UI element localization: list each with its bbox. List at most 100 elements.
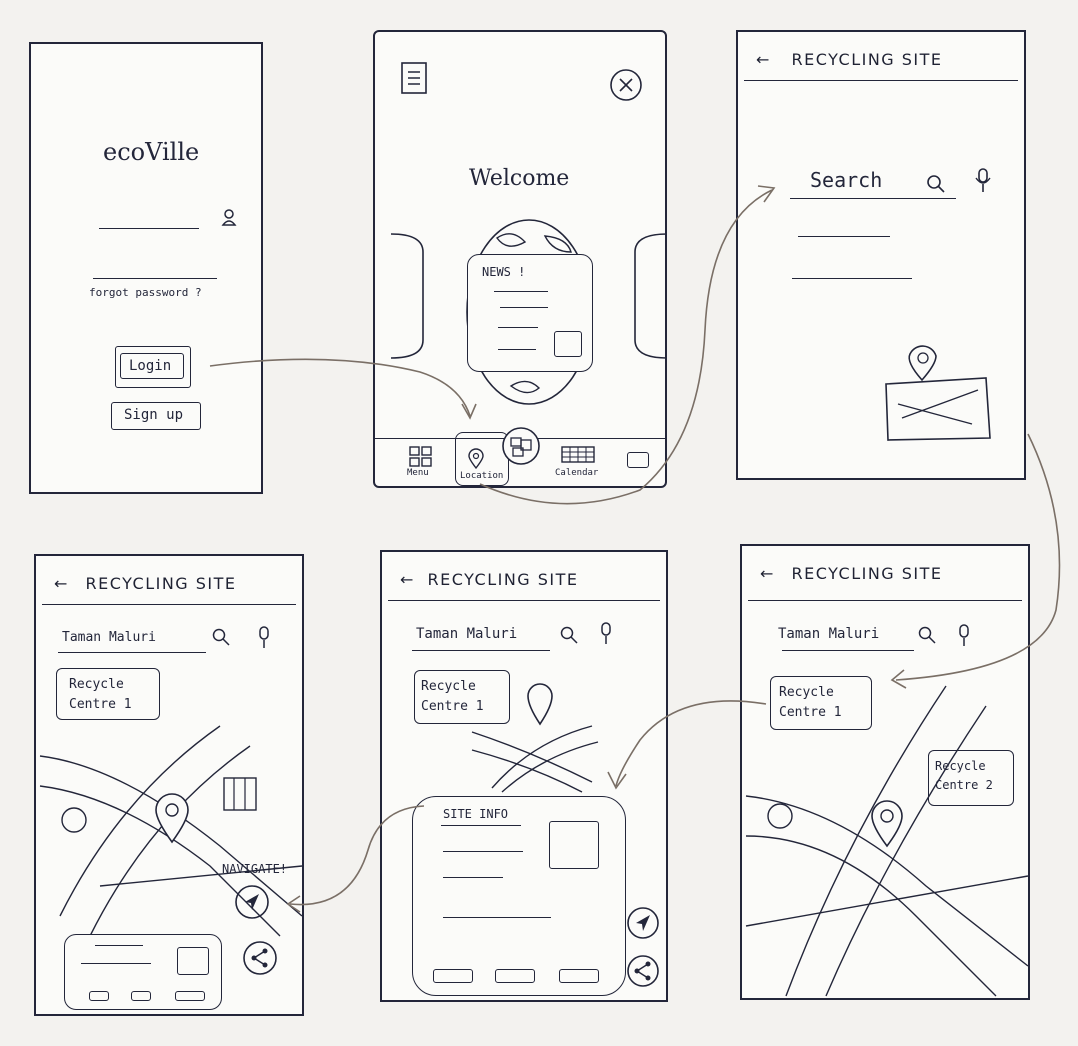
search-underline xyxy=(412,650,550,651)
app-logo: ecoVille xyxy=(103,138,200,166)
microphone-icon[interactable] xyxy=(598,622,614,646)
recycle-map-fab-icon[interactable] xyxy=(501,426,541,466)
signup-button[interactable]: Sign up xyxy=(111,402,201,430)
header-title: RECYCLING SITE xyxy=(791,50,943,69)
recycle-centre-1-marker[interactable]: Recycle Centre 1 xyxy=(414,670,510,724)
screen-header: ← RECYCLING SITE xyxy=(54,574,237,593)
info-action[interactable] xyxy=(433,969,473,983)
navigate-label: NAVIGATE! xyxy=(222,862,288,876)
map-navigate-screen: ← RECYCLING SITE Taman Maluri Recycle Ce… xyxy=(34,554,304,1016)
username-field[interactable] xyxy=(99,228,199,229)
card-action[interactable] xyxy=(175,991,205,1001)
header-title: RECYCLING SITE xyxy=(85,574,237,593)
card-image xyxy=(177,947,209,975)
site-info-panel[interactable]: SITE INFO xyxy=(412,796,626,996)
home-screen: Welcome NEWS ! Menu Location Calendar xyxy=(373,30,669,488)
close-icon[interactable] xyxy=(609,68,643,102)
location-nav-label: Location xyxy=(460,471,504,481)
login-label: Login xyxy=(129,358,172,374)
suggestion-line[interactable] xyxy=(792,278,912,279)
search-underline xyxy=(58,652,206,653)
back-arrow-icon[interactable]: ← xyxy=(400,570,415,589)
marker-label: Recycle Centre 1 xyxy=(421,679,484,714)
location-pin-icon[interactable] xyxy=(870,800,904,848)
search-screen: ← RECYCLING SITE Search xyxy=(736,30,1026,480)
right-carousel-arrow[interactable] xyxy=(633,232,669,360)
search-underline xyxy=(782,650,914,651)
microphone-icon[interactable] xyxy=(256,626,272,650)
search-icon[interactable] xyxy=(926,174,946,194)
search-input[interactable]: Taman Maluri xyxy=(62,630,156,645)
navigate-arrow-icon[interactable] xyxy=(234,884,270,920)
map-results-screen: ← RECYCLING SITE Taman Maluri Recycle Ce… xyxy=(740,544,1030,1000)
site-image xyxy=(549,821,599,869)
back-arrow-icon[interactable]: ← xyxy=(756,50,771,69)
header-title: RECYCLING SITE xyxy=(791,564,943,583)
card-text-line xyxy=(95,945,143,946)
menu-icon[interactable] xyxy=(401,62,429,96)
header-divider xyxy=(388,600,660,601)
navigate-arrow-icon[interactable] xyxy=(626,906,660,940)
news-label: NEWS ! xyxy=(482,265,526,279)
microphone-icon[interactable] xyxy=(956,624,972,648)
recycle-centre-1-marker[interactable]: Recycle Centre 1 xyxy=(56,668,160,720)
microphone-icon[interactable] xyxy=(974,168,992,194)
login-button[interactable]: Login xyxy=(115,346,191,388)
calendar-nav-label: Calendar xyxy=(555,468,599,478)
search-underline xyxy=(790,198,956,199)
left-carousel-arrow[interactable] xyxy=(389,232,425,360)
header-divider xyxy=(744,80,1018,81)
card-action[interactable] xyxy=(89,991,109,1001)
news-image xyxy=(554,331,582,357)
news-text-line xyxy=(500,307,548,308)
card-action[interactable] xyxy=(131,991,151,1001)
search-icon[interactable] xyxy=(918,626,936,644)
suggestion-line[interactable] xyxy=(798,236,890,237)
info-text-line xyxy=(443,851,523,852)
calendar-icon xyxy=(561,446,595,463)
user-icon xyxy=(221,209,237,226)
forgot-password-link[interactable]: forgot password ? xyxy=(89,286,202,299)
map-illustration-icon xyxy=(885,345,991,441)
search-input[interactable]: Taman Maluri xyxy=(416,626,517,642)
news-card[interactable]: NEWS ! xyxy=(467,254,593,372)
share-icon[interactable] xyxy=(626,954,660,988)
welcome-title: Welcome xyxy=(469,166,570,191)
search-input[interactable]: Taman Maluri xyxy=(778,626,879,642)
signup-label: Sign up xyxy=(124,407,184,423)
back-arrow-icon[interactable]: ← xyxy=(54,574,69,593)
menu-nav-label: Menu xyxy=(407,468,429,478)
header-divider xyxy=(42,604,296,605)
map-info-screen: ← RECYCLING SITE Taman Maluri Recycle Ce… xyxy=(380,550,668,1002)
screen-header: ← RECYCLING SITE xyxy=(756,50,943,69)
site-info-preview-card[interactable] xyxy=(64,934,222,1010)
location-pin-icon[interactable] xyxy=(154,793,190,844)
news-text-line xyxy=(498,349,536,350)
news-text-line xyxy=(494,291,548,292)
news-text-line xyxy=(498,327,538,328)
info-text-line xyxy=(443,917,551,918)
login-screen: ecoVille forgot password ? Login Sign up xyxy=(29,42,263,494)
grid-icon xyxy=(409,446,432,467)
card-text-line xyxy=(81,963,151,964)
calendar-nav-item[interactable]: Calendar xyxy=(555,444,613,482)
screen-header: ← RECYCLING SITE xyxy=(400,570,579,589)
login-button-inner: Login xyxy=(120,353,184,379)
info-action[interactable] xyxy=(495,969,535,983)
back-arrow-icon[interactable]: ← xyxy=(760,564,775,583)
map-roads xyxy=(471,725,599,793)
share-icon[interactable] xyxy=(242,940,278,976)
search-icon[interactable] xyxy=(212,628,230,646)
site-info-title-underline xyxy=(441,825,521,826)
location-pin-icon[interactable] xyxy=(526,682,554,726)
site-info-title: SITE INFO xyxy=(443,807,509,821)
password-field[interactable] xyxy=(93,278,217,279)
search-icon[interactable] xyxy=(560,626,578,644)
location-pin-icon xyxy=(468,448,484,470)
info-action[interactable] xyxy=(559,969,599,983)
screen-header: ← RECYCLING SITE xyxy=(760,564,943,583)
menu-nav-item[interactable]: Menu xyxy=(403,446,443,482)
search-input[interactable]: Search xyxy=(810,168,882,192)
more-nav-item[interactable] xyxy=(627,452,649,468)
header-title: RECYCLING SITE xyxy=(427,570,579,589)
